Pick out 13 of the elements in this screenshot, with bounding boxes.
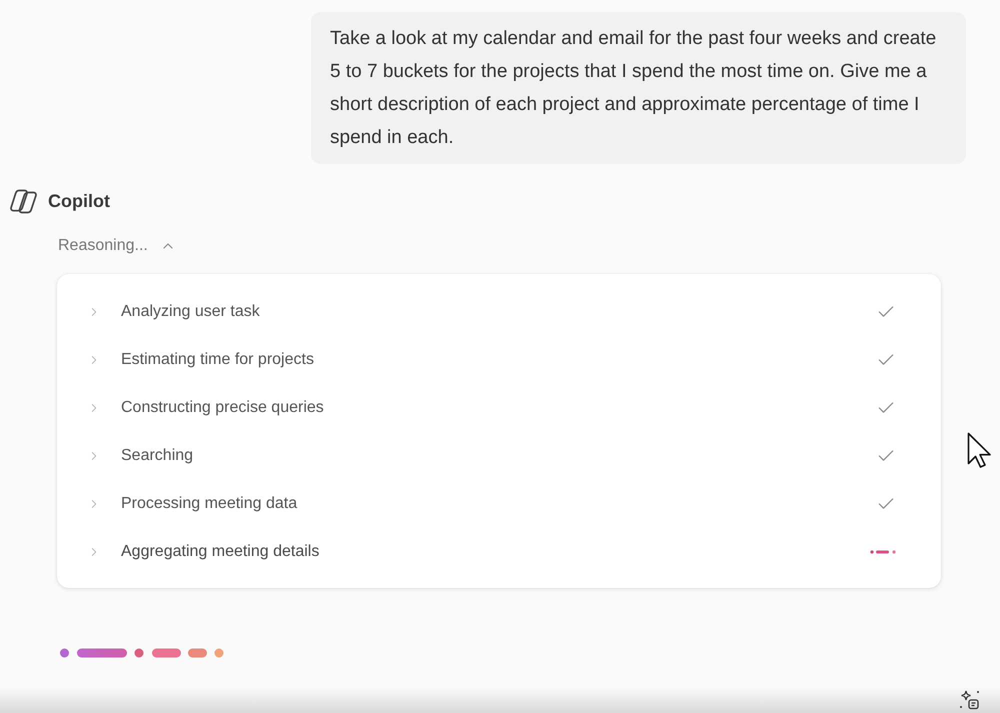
step-label: Estimating time for projects [121, 351, 314, 369]
step-label: Processing meeting data [121, 495, 298, 513]
step-label: Analyzing user task [121, 303, 260, 321]
assistant-name: Copilot [48, 190, 110, 212]
sparkle-note-icon[interactable] [959, 690, 980, 710]
step-label: Aggregating meeting details [121, 543, 320, 561]
loading-indicator-icon [60, 648, 224, 658]
step-label: Searching [121, 447, 194, 465]
user-message: Take a look at my calendar and email for the past four weeks and create 5 to 7 buckets for the projects that I spend the most time on. Give me a short description of each project and approximate percentage of time I spend in each. [311, 12, 966, 164]
copilot-logo-icon [10, 188, 37, 214]
step-label: Constructing precise queries [121, 399, 324, 417]
mouse-pointer-icon [967, 432, 991, 469]
reasoning-label: Reasoning... [58, 237, 148, 255]
